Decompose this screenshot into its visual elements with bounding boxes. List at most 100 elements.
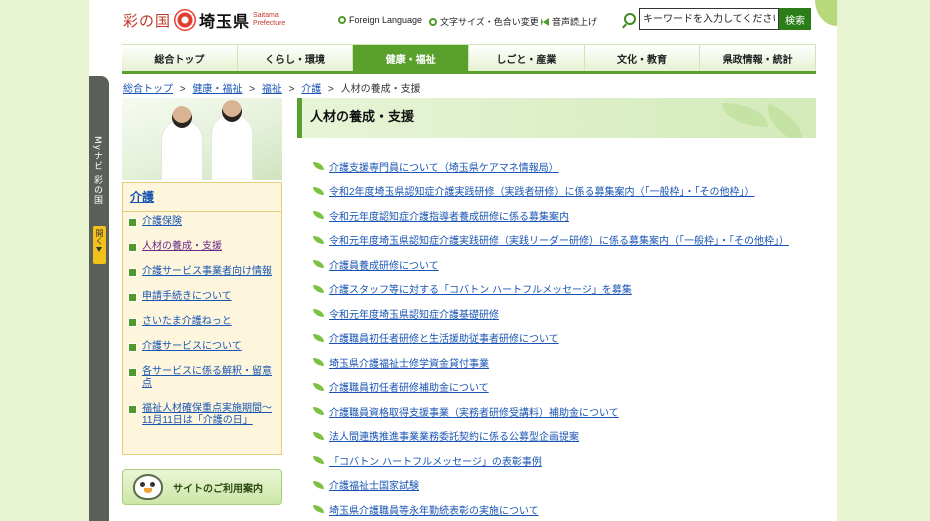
category-photo <box>122 98 282 180</box>
list-item: 令和元年度埼玉県認知症介護実践研修（実践リーダー研修）に係る募集案内（「一般枠」… <box>313 228 789 253</box>
sidebar-item: 介護保険 <box>129 216 281 228</box>
leaf-bullet-icon <box>313 431 324 440</box>
nav-item-health-welfare[interactable]: 健康・福祉 <box>353 45 470 71</box>
breadcrumb-link[interactable]: 福祉 <box>262 84 282 95</box>
list-item: 介護職員初任者研修と生活援助従事者研修について <box>313 326 789 351</box>
breadcrumb-link[interactable]: 健康・福祉 <box>192 84 242 95</box>
sidebar-item-link[interactable]: 人材の養成・支援 <box>142 241 222 253</box>
content-link[interactable]: 介護支援専門員について（埼玉県ケアマネ情報局） <box>329 159 559 174</box>
nav-item-work[interactable]: しごと・産業 <box>469 45 585 71</box>
sidebar-item: 介護サービス事業者向け情報 <box>129 266 281 278</box>
leaf-bullet-icon <box>313 284 324 293</box>
leaf-bullet-icon <box>313 382 324 391</box>
leaf-bullet-icon <box>313 235 324 244</box>
content-link[interactable]: 埼玉県介護福祉士修学資金貸付事業 <box>329 355 489 370</box>
sidebar-item-link[interactable]: 介護サービスについて <box>142 341 242 353</box>
breadcrumb-separator: > <box>288 84 295 95</box>
list-item: 介護福祉士国家試験 <box>313 473 789 498</box>
breadcrumb-link[interactable]: 総合トップ <box>123 84 173 95</box>
side-tab-open-label: 開く <box>95 229 104 245</box>
sidebar-item: 各サービスに係る解釈・留意点 <box>129 366 281 390</box>
sidebar-item-link[interactable]: 介護保険 <box>142 216 182 228</box>
content-link[interactable]: 「コバトン ハートフルメッセージ」の表彰事例 <box>329 453 542 468</box>
nav-item-culture[interactable]: 文化・教育 <box>584 45 701 71</box>
breadcrumb-current: 人材の養成・支援 <box>340 84 421 95</box>
kobaton-mascot-icon <box>133 474 163 500</box>
content-link[interactable]: 令和元年度埼玉県認知症介護実践研修（実践リーダー研修）に係る募集案内（「一般枠」… <box>329 232 789 247</box>
side-tab-label: Myナビ 彩の国 <box>92 136 102 205</box>
list-item: 介護支援専門員について（埼玉県ケアマネ情報局） <box>313 154 789 179</box>
leaf-bullet-icon <box>313 211 324 220</box>
list-item: 埼玉県介護職員等永年勤続表彰の実施について <box>313 497 789 521</box>
page-title-band: 人材の養成・支援 <box>297 98 816 138</box>
sidebar-item-link[interactable]: さいたま介護ねっと <box>142 316 232 328</box>
my-navi-side-tab[interactable]: Myナビ 彩の国 開く <box>89 76 109 521</box>
content-link[interactable]: 埼玉県介護職員等永年勤続表彰の実施について <box>329 502 539 517</box>
nav-item-living[interactable]: くらし・環境 <box>237 45 354 71</box>
list-item: 埼玉県介護福祉士修学資金貸付事業 <box>313 350 789 375</box>
list-item: 「コバトン ハートフルメッセージ」の表彰事例 <box>313 448 789 473</box>
leaf-bullet-icon <box>313 162 324 171</box>
person-figure <box>162 106 202 180</box>
content-link[interactable]: 介護スタッフ等に対する「コバトン ハートフルメッセージ」を募集 <box>329 281 632 296</box>
content-link[interactable]: 介護職員初任者研修と生活援助従事者研修について <box>329 330 559 345</box>
sidebar-item-link[interactable]: 各サービスに係る解釈・留意点 <box>142 366 281 390</box>
content-link[interactable]: 介護職員初任者研修補助金について <box>329 379 489 394</box>
leaf-bullet-icon <box>313 407 324 416</box>
leaf-bullet-icon <box>313 456 324 465</box>
sidebar-item-link[interactable]: 福祉人材確保重点実施期間～11月11日は「介護の日」 <box>142 403 281 427</box>
site-guide-button[interactable]: サイトのご利用案内 <box>122 469 282 505</box>
breadcrumb-link[interactable]: 介護 <box>301 84 321 95</box>
content-link[interactable]: 介護員養成研修について <box>329 257 439 272</box>
sidebar-list: 介護保険 人材の養成・支援 介護サービス事業者向け情報 申請手続きについて さい… <box>123 212 281 427</box>
content-link[interactable]: 介護職員資格取得支援事業（実務者研修受講料）補助金について <box>329 404 619 419</box>
square-bullet-icon <box>129 369 136 376</box>
speech-readout-link[interactable]: 音声読上げ <box>541 15 597 28</box>
logo-kuni-text: 彩の国 <box>123 11 172 30</box>
sidebar-title-link[interactable]: 介護 <box>123 183 281 212</box>
leaf-bullet-icon <box>313 333 324 342</box>
sidebar-item: 福祉人材確保重点実施期間～11月11日は「介護の日」 <box>129 403 281 427</box>
nav-item-government[interactable]: 県政情報・統計 <box>700 45 817 71</box>
speech-readout-label: 音声読上げ <box>552 17 598 27</box>
site-logo[interactable]: 彩の国 埼玉県 Saitama Prefecture <box>123 8 297 32</box>
list-item: 令和元年度認知症介護指導者養成研修に係る募集案内 <box>313 203 789 228</box>
leaf-bullet-icon <box>313 505 324 514</box>
content-link-list: 介護支援専門員について（埼玉県ケアマネ情報局） 令和2年度埼玉県認知症介護実践研… <box>313 154 789 521</box>
sidebar-item: さいたま介護ねっと <box>129 316 281 328</box>
side-tab-open-button[interactable]: 開く <box>93 226 106 264</box>
logo-name-text: 埼玉県 <box>199 12 251 31</box>
list-item: 法人間連携推進事業業務委託契約に係る公募型企画提案 <box>313 424 789 449</box>
prefecture-emblem-icon <box>174 9 197 31</box>
speaker-icon <box>541 17 549 26</box>
breadcrumb: 総合トップ > 健康・福祉 > 福祉 > 介護 > 人材の養成・支援 <box>123 80 421 95</box>
sidebar-item-link[interactable]: 介護サービス事業者向け情報 <box>142 266 272 278</box>
page-title: 人材の養成・支援 <box>310 109 415 124</box>
search-input[interactable] <box>639 8 779 30</box>
nav-item-top[interactable]: 総合トップ <box>122 45 238 71</box>
sidebar-item-link[interactable]: 申請手続きについて <box>142 291 232 303</box>
logo-english-text: Saitama Prefecture <box>253 12 286 27</box>
content-link[interactable]: 令和元年度埼玉県認知症介護基礎研修 <box>329 306 499 321</box>
text-size-color-label: 文字サイズ・色合い変更 <box>440 17 539 27</box>
content-link[interactable]: 令和元年度認知症介護指導者養成研修に係る募集案内 <box>329 208 569 223</box>
sidebar-item: 申請手続きについて <box>129 291 281 303</box>
list-item: 介護職員初任者研修補助金について <box>313 375 789 400</box>
globe-icon <box>338 16 346 24</box>
content-link[interactable]: 介護福祉士国家試験 <box>329 477 419 492</box>
sidebar-item: 介護サービスについて <box>129 341 281 353</box>
triangle-down-icon <box>96 247 102 252</box>
content-link[interactable]: 法人間連携推進事業業務委託契約に係る公募型企画提案 <box>329 428 579 443</box>
content-link[interactable]: 令和2年度埼玉県認知症介護実践研修（実践者研修）に係る募集案内（「一般枠」・「そ… <box>329 183 755 198</box>
person-figure <box>212 100 252 180</box>
page: 彩の国 埼玉県 Saitama Prefecture Foreign Langu… <box>89 0 837 521</box>
leaf-bullet-icon <box>313 358 324 367</box>
list-item: 介護スタッフ等に対する「コバトン ハートフルメッセージ」を募集 <box>313 277 789 302</box>
breadcrumb-separator: > <box>328 84 334 95</box>
foreign-language-label: Foreign Language <box>349 15 423 25</box>
list-item: 令和元年度埼玉県認知症介護基礎研修 <box>313 301 789 326</box>
foreign-language-link[interactable]: Foreign Language <box>338 15 422 25</box>
search-button[interactable]: 検索 <box>779 8 811 30</box>
text-size-color-link[interactable]: 文字サイズ・色合い変更 <box>429 15 539 28</box>
search-box: 検索 <box>624 8 811 30</box>
